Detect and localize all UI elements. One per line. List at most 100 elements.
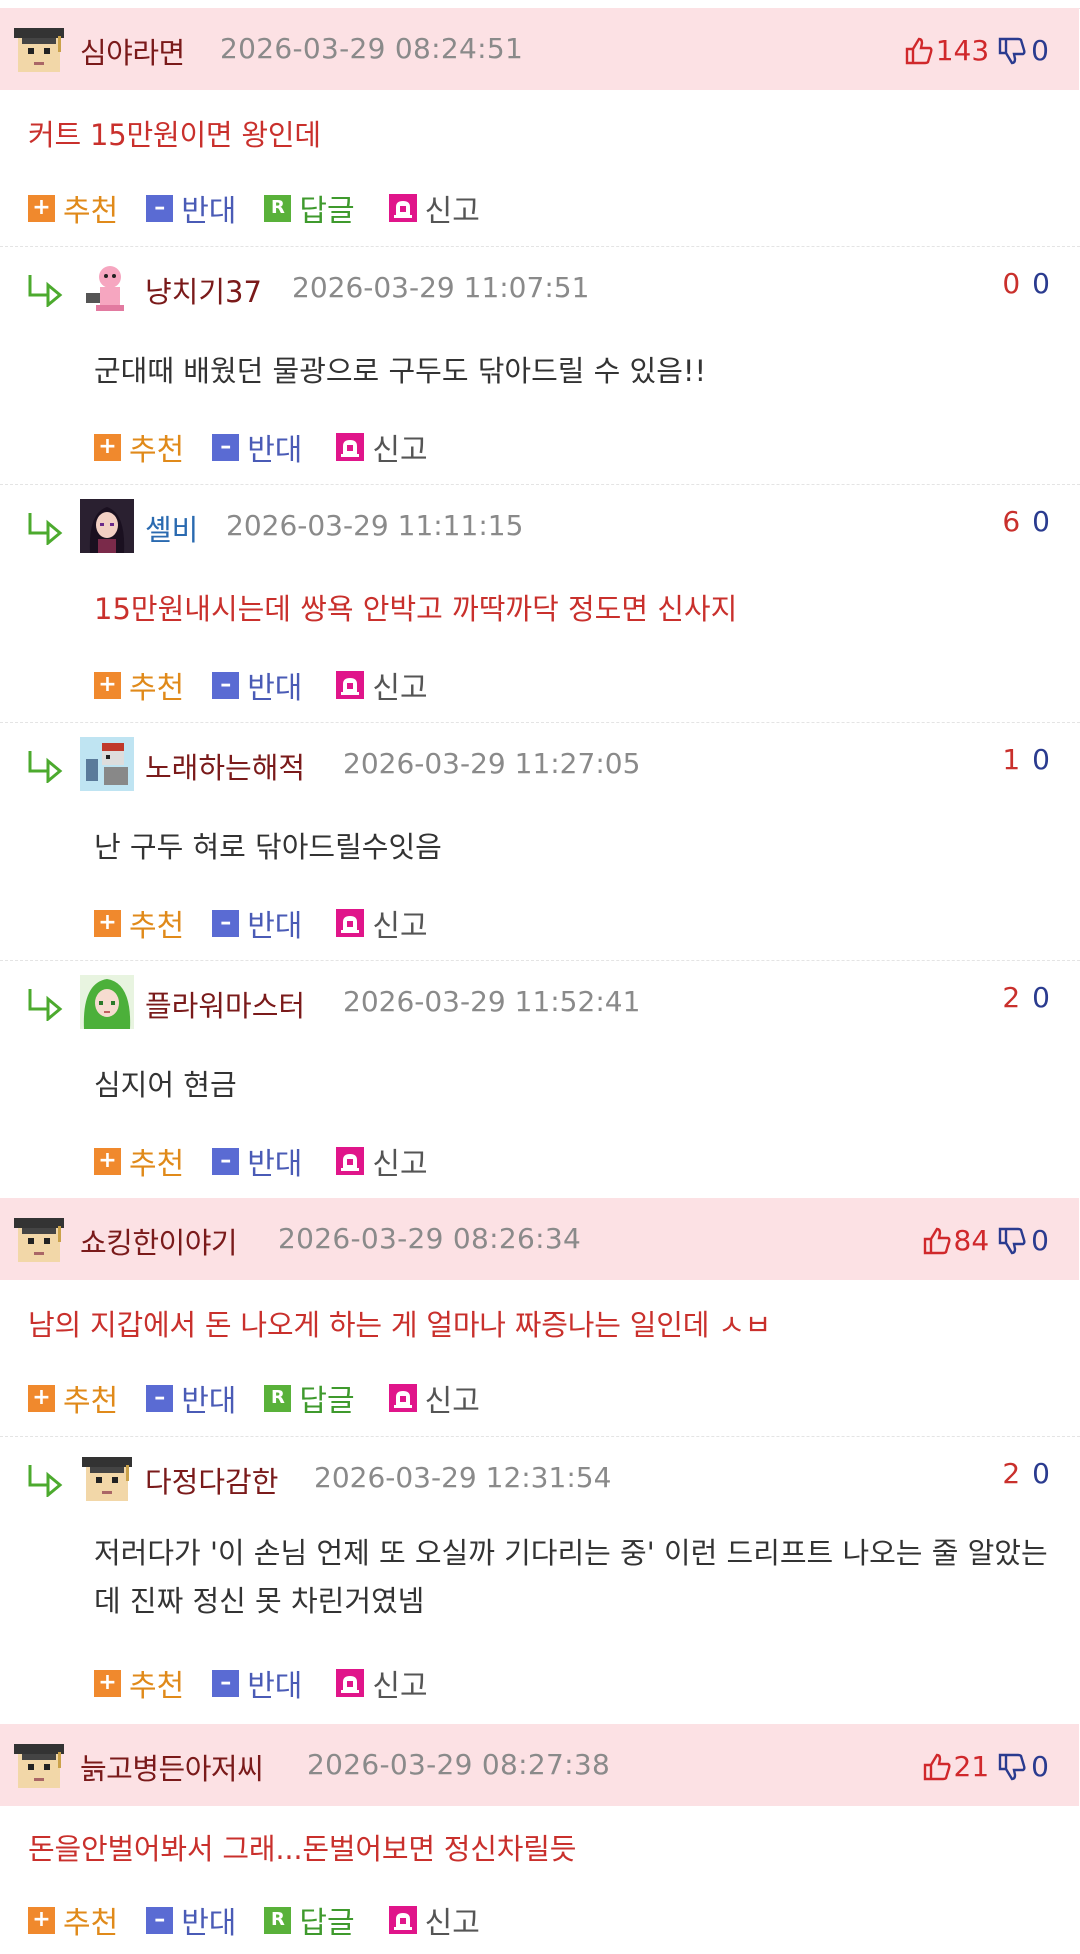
graduate-avatar-icon bbox=[82, 1457, 132, 1501]
downvote-count: 0 bbox=[1031, 34, 1049, 67]
oppose-button[interactable]: – 반대 bbox=[212, 1139, 302, 1183]
reply-timestamp: 2026-03-29 11:07:51 bbox=[292, 271, 590, 304]
recommend-button[interactable]: + 추천 bbox=[94, 663, 184, 707]
report-button[interactable]: 신고 bbox=[336, 425, 428, 469]
reply-text: 난 구두 혀로 닦아드릴수잇음 bbox=[94, 830, 442, 864]
comment-nickname[interactable]: 늙고병든아저씨 bbox=[80, 1746, 264, 1788]
plus-icon: + bbox=[28, 1384, 55, 1412]
report-button[interactable]: 신고 bbox=[336, 663, 428, 707]
plus-icon: + bbox=[94, 1147, 121, 1175]
reply-nickname[interactable]: 냥치기37 bbox=[145, 269, 262, 311]
thumbs-up-icon[interactable] bbox=[922, 1752, 952, 1782]
report-button[interactable]: 신고 bbox=[388, 1376, 480, 1420]
comment-actions: + 추천 – 반대 R 답글 신고 bbox=[28, 1898, 508, 1942]
reply-downvote-count: 0 bbox=[1032, 267, 1050, 300]
graduate-avatar-icon bbox=[14, 1218, 64, 1262]
recommend-button[interactable]: + 추천 bbox=[28, 1898, 118, 1942]
report-button[interactable]: 신고 bbox=[388, 186, 480, 230]
recommend-button[interactable]: + 추천 bbox=[94, 425, 184, 469]
comment-nickname[interactable]: 심야라면 bbox=[80, 30, 185, 72]
downvote-count: 0 bbox=[1031, 1224, 1049, 1257]
recommend-button[interactable]: + 추천 bbox=[94, 1661, 184, 1705]
reply-votes: 10 bbox=[1002, 743, 1050, 776]
siren-icon bbox=[336, 671, 365, 699]
recommend-button[interactable]: + 추천 bbox=[28, 186, 118, 230]
siren-icon bbox=[388, 1906, 417, 1934]
oppose-label: 반대 bbox=[181, 194, 237, 229]
recommend-button[interactable]: + 추천 bbox=[94, 901, 184, 945]
thumbs-down-icon[interactable] bbox=[997, 1226, 1027, 1256]
oppose-button[interactable]: – 반대 bbox=[212, 663, 302, 707]
reply-downvote-count: 0 bbox=[1032, 981, 1050, 1014]
reply-votes: 20 bbox=[1002, 1457, 1050, 1490]
reply-nickname[interactable]: 노래하는해적 bbox=[145, 745, 305, 787]
oppose-button[interactable]: – 반대 bbox=[212, 901, 302, 945]
recommend-button[interactable]: + 추천 bbox=[94, 1139, 184, 1183]
reply-votes: 60 bbox=[1002, 505, 1050, 538]
oppose-button[interactable]: – 반대 bbox=[146, 1376, 236, 1420]
comment-timestamp: 2026-03-29 08:24:51 bbox=[220, 32, 524, 65]
report-button[interactable]: 신고 bbox=[388, 1898, 480, 1942]
graduate-avatar-icon bbox=[14, 1744, 64, 1788]
reply-arrow-icon bbox=[28, 275, 63, 307]
downvote-count: 0 bbox=[1031, 1750, 1049, 1783]
pink-character-avatar bbox=[86, 266, 124, 311]
reply-actions: + 추천 – 반대 신고 bbox=[94, 425, 456, 469]
reply-text: 저러다가 '이 손님 언제 또 오실까 기다리는 중' 이런 드리프트 나오는 … bbox=[94, 1536, 1048, 1618]
reply-upvote-count: 1 bbox=[1002, 743, 1021, 776]
recommend-label: 추천 bbox=[129, 909, 185, 944]
oppose-button[interactable]: – 반대 bbox=[212, 1661, 302, 1705]
reply-upvote-count: 0 bbox=[1002, 267, 1021, 300]
reply-button[interactable]: R 답글 bbox=[264, 1376, 355, 1420]
oppose-button[interactable]: – 반대 bbox=[146, 1898, 236, 1942]
siren-icon bbox=[336, 1147, 365, 1175]
comment-header: 늙고병든아저씨 2026-03-29 08:27:38 21 0 bbox=[0, 1724, 1079, 1806]
recommend-label: 추천 bbox=[63, 1906, 119, 1941]
reply-item: 셸비 2026-03-29 11:11:15 60 15만원내시는데 쌍욕 안박… bbox=[0, 484, 1080, 723]
recommend-label: 추천 bbox=[129, 1669, 185, 1704]
recommend-button[interactable]: + 추천 bbox=[28, 1376, 118, 1420]
thumbs-down-icon[interactable] bbox=[997, 1752, 1027, 1782]
reply-nickname[interactable]: 다정다감한 bbox=[145, 1459, 278, 1501]
plus-icon: + bbox=[94, 1669, 121, 1697]
thumbs-down-icon[interactable] bbox=[997, 36, 1027, 66]
comment-header: 쇼킹한이야기 2026-03-29 08:26:34 84 0 bbox=[0, 1198, 1079, 1280]
plus-icon: + bbox=[94, 909, 121, 937]
comment-nickname[interactable]: 쇼킹한이야기 bbox=[80, 1220, 238, 1262]
oppose-label: 반대 bbox=[247, 1669, 303, 1704]
comment-text: 돈을안벌어봐서 그래...돈벌어보면 정신차릴듯 bbox=[28, 1832, 577, 1866]
minus-icon: – bbox=[146, 1384, 174, 1412]
comment-timestamp: 2026-03-29 08:26:34 bbox=[278, 1222, 582, 1255]
recommend-label: 추천 bbox=[129, 1147, 185, 1182]
reply-text: 군대때 배웠던 물광으로 구두도 닦아드릴 수 있음!! bbox=[94, 354, 707, 388]
oppose-label: 반대 bbox=[247, 909, 303, 944]
reply-item: 노래하는해적 2026-03-29 11:27:05 10 난 구두 혀로 닦아… bbox=[0, 722, 1080, 961]
thumbs-up-icon[interactable] bbox=[922, 1226, 952, 1256]
reply-text: 15만원내시는데 쌍욕 안박고 까딱까닥 정도면 신사지 bbox=[94, 592, 738, 626]
reply-button[interactable]: R 답글 bbox=[264, 186, 355, 230]
plus-icon: + bbox=[94, 433, 121, 461]
reply-label: 답글 bbox=[299, 1384, 355, 1419]
reply-icon: R bbox=[264, 1384, 292, 1412]
pirate-character-avatar bbox=[80, 737, 134, 791]
report-button[interactable]: 신고 bbox=[336, 1661, 428, 1705]
siren-icon bbox=[336, 909, 365, 937]
anime-girl-avatar bbox=[80, 499, 134, 553]
reply-label: 답글 bbox=[299, 1906, 355, 1941]
reply-nickname[interactable]: 플라워마스터 bbox=[145, 983, 305, 1025]
reply-nickname[interactable]: 셸비 bbox=[145, 507, 198, 549]
oppose-button[interactable]: – 반대 bbox=[146, 186, 236, 230]
reply-votes: 20 bbox=[1002, 981, 1050, 1014]
reply-actions: + 추천 – 반대 신고 bbox=[94, 901, 456, 945]
reply-button[interactable]: R 답글 bbox=[264, 1898, 355, 1942]
report-button[interactable]: 신고 bbox=[336, 1139, 428, 1183]
oppose-button[interactable]: – 반대 bbox=[212, 425, 302, 469]
thumbs-up-icon[interactable] bbox=[904, 36, 934, 66]
siren-icon bbox=[388, 1384, 417, 1412]
reply-downvote-count: 0 bbox=[1032, 743, 1050, 776]
upvote-count: 21 bbox=[953, 1750, 990, 1783]
minus-icon: – bbox=[212, 1147, 240, 1175]
minus-icon: – bbox=[212, 1669, 240, 1697]
report-label: 신고 bbox=[372, 909, 428, 944]
report-button[interactable]: 신고 bbox=[336, 901, 428, 945]
